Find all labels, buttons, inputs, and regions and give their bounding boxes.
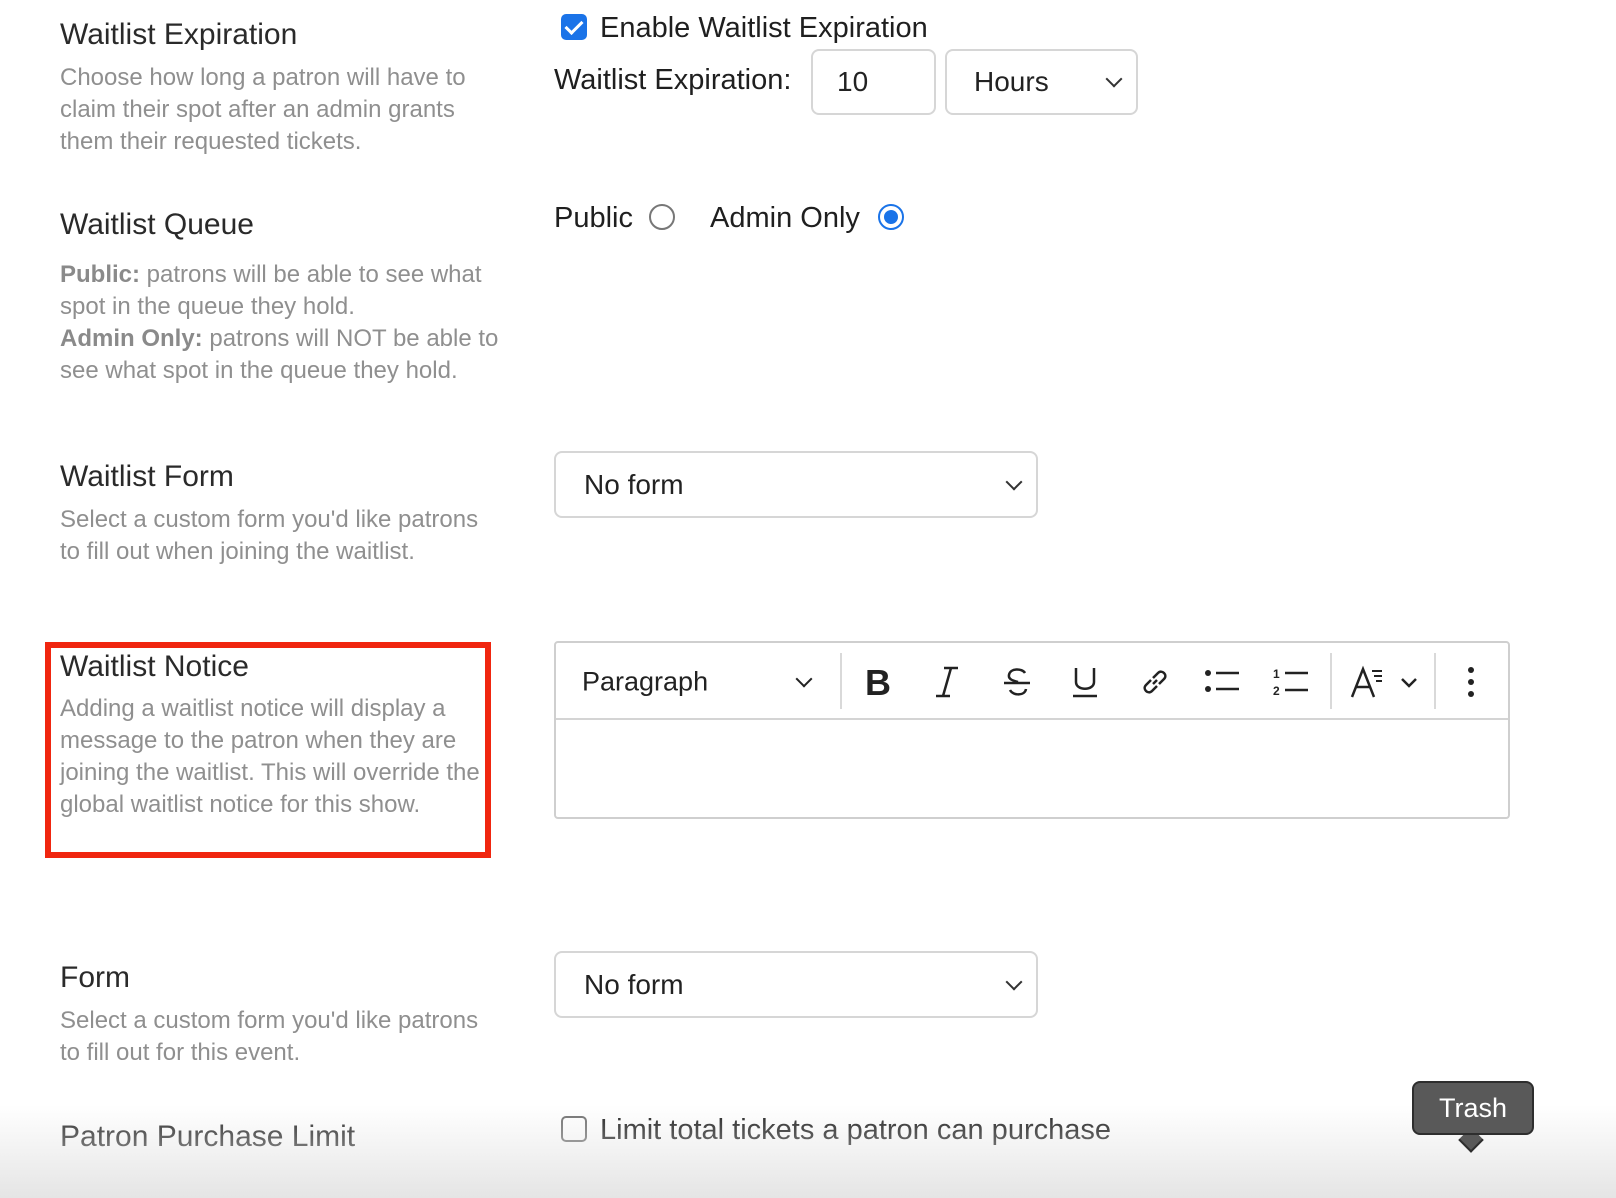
italic-button[interactable] [924,659,970,705]
waitlist-form-title: Waitlist Form [60,460,234,493]
text-size-icon [1350,665,1417,698]
form-title: Form [60,961,130,994]
waitlist-expiration-description: Choose how long a patron will have to cl… [60,64,466,155]
svg-text:2: 2 [1273,684,1280,698]
bulleted-list-icon [1205,670,1239,692]
toolbar-divider [1434,653,1436,709]
svg-text:B: B [865,665,891,699]
chevron-down-icon [795,670,813,688]
strikethrough-button[interactable] [994,659,1040,705]
enable-waitlist-expiration-label: Enable Waitlist Expiration [600,12,928,44]
waitlist-form-selected: No form [584,468,684,500]
strikethrough-icon [1004,668,1030,696]
link-icon [1143,670,1167,694]
waitlist-queue-section: Waitlist Queue Public: patrons will be a… [60,206,500,387]
waitlist-expiration-unit-value: Hours [974,66,1049,97]
block-style-select[interactable]: Paragraph [556,643,838,720]
waitlist-expiration-value-input[interactable]: 10 [811,49,936,115]
more-options-button[interactable] [1448,659,1494,705]
waitlist-notice-editor: Paragraph B 12 [554,641,1510,819]
chevron-down-icon [1005,973,1023,990]
block-style-value: Paragraph [582,666,709,696]
link-button[interactable] [1132,659,1178,705]
italic-icon [936,666,958,698]
bulleted-list-button[interactable] [1199,659,1245,705]
radio-admin-only-label: Admin Only [710,202,860,234]
waitlist-expiration-section: Waitlist Expiration Choose how long a pa… [60,16,510,158]
more-options-icon [1468,667,1474,697]
text-size-button[interactable] [1346,659,1426,705]
chevron-down-icon [1105,70,1123,88]
bold-icon: B [865,665,891,699]
toolbar-divider [1330,653,1332,709]
waitlist-form-section: Waitlist Form Select a custom form you'd… [60,458,480,568]
waitlist-queue-description: Public: patrons will be able to see what… [60,259,500,387]
admin-desc-bold: Admin Only: [60,325,203,352]
editor-toolbar: Paragraph B 12 [556,643,1508,720]
limit-tickets-label: Limit total tickets a patron can purchas… [600,1114,1111,1146]
form-selected: No form [584,968,684,1000]
numbered-list-button[interactable]: 12 [1268,659,1314,705]
enable-waitlist-expiration-checkbox[interactable] [561,14,587,40]
waitlist-expiration-value: 10 [837,66,869,97]
trash-tooltip-text: Trash [1438,1092,1507,1123]
highlight-box [45,642,491,858]
trash-tooltip: Trash [1412,1081,1534,1135]
form-description: Select a custom form you'd like patrons … [60,1007,479,1066]
toolbar-divider [840,653,842,709]
waitlist-expiration-unit-select[interactable]: Hours [945,49,1138,115]
patron-purchase-limit-section: Patron Purchase Limit [60,1118,510,1156]
chevron-down-icon [1005,473,1023,490]
bold-button[interactable]: B [855,659,901,705]
radio-public[interactable] [649,204,675,230]
underline-icon [1073,668,1097,698]
underline-button[interactable] [1062,659,1108,705]
waitlist-queue-title: Waitlist Queue [60,208,254,241]
limit-tickets-checkbox[interactable] [561,1116,587,1142]
waitlist-expiration-field-label: Waitlist Expiration: [554,64,792,96]
form-section: Form Select a custom form you'd like pat… [60,959,480,1069]
waitlist-expiration-title: Waitlist Expiration [60,18,298,51]
public-desc-bold: Public: [60,261,141,288]
svg-text:1: 1 [1273,667,1280,681]
radio-admin-only[interactable] [878,204,904,230]
form-select[interactable]: No form [554,951,1038,1018]
numbered-list-icon: 12 [1273,667,1308,698]
radio-public-label: Public [554,202,633,234]
editor-content-area[interactable] [556,720,1508,817]
patron-purchase-limit-title: Patron Purchase Limit [60,1120,356,1153]
waitlist-form-select[interactable]: No form [554,451,1038,518]
waitlist-form-description: Select a custom form you'd like patrons … [60,506,479,565]
